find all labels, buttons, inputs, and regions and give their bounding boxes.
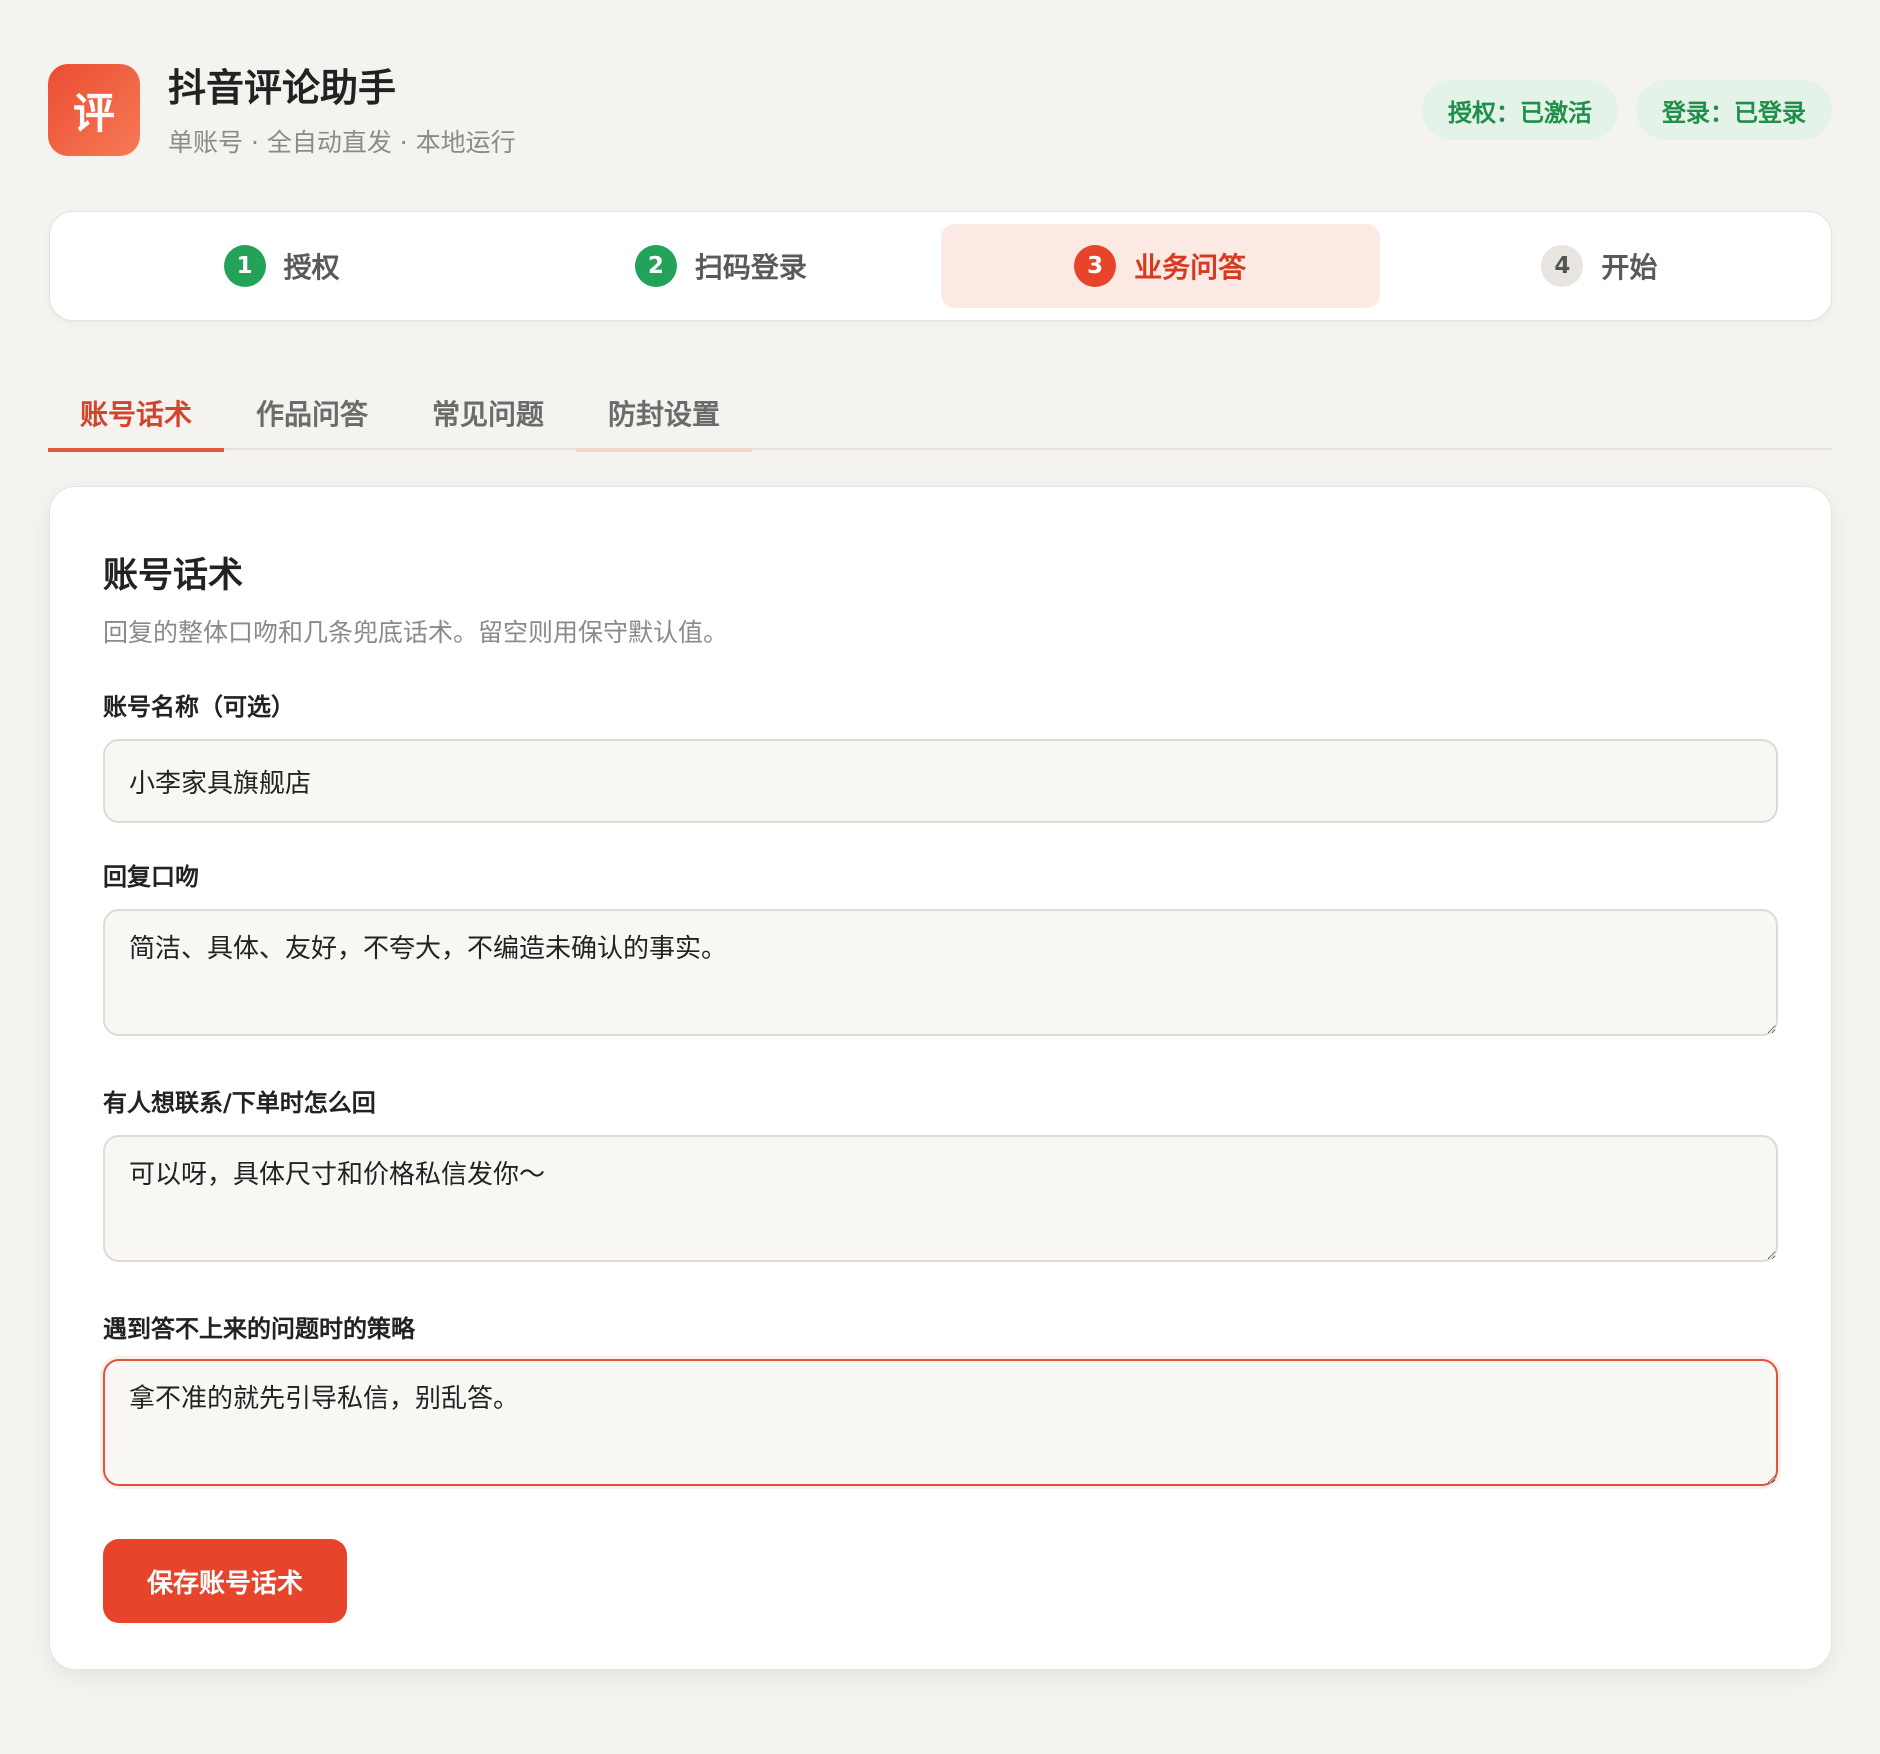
fallback-strategy-label: 遇到答不上来的问题时的策略 xyxy=(103,1315,415,1343)
contact-reply-textarea[interactable]: 可以呀，具体尺寸和价格私信发你～ xyxy=(103,1135,1778,1262)
fallback-strategy-textarea[interactable]: 拿不准的就先引导私信，别乱答。 xyxy=(103,1359,1778,1486)
step-number: 4 xyxy=(1541,245,1584,287)
tab-anti-ban-settings[interactable]: 防封设置 xyxy=(576,376,753,452)
save-account-scripts-button[interactable]: 保存账号话术 xyxy=(103,1539,347,1623)
step-label: 授权 xyxy=(283,251,340,284)
step-label: 扫码登录 xyxy=(694,251,807,284)
tab-faq[interactable]: 常见问题 xyxy=(400,376,576,450)
license-status-badge: 授权：已激活 xyxy=(1422,80,1618,140)
step-label: 开始 xyxy=(1601,251,1658,284)
step-number: 3 xyxy=(1074,245,1117,287)
account-name-input[interactable] xyxy=(103,739,1778,823)
tone-label: 回复口吻 xyxy=(103,863,199,891)
card-description: 回复的整体口吻和几条兜底话术。留空则用保守默认值。 xyxy=(103,618,729,647)
step-number: 1 xyxy=(223,245,266,287)
account-scripts-card: 账号话术 回复的整体口吻和几条兜底话术。留空则用保守默认值。 账号名称（可选） … xyxy=(49,486,1832,1670)
step-qr-login[interactable]: 2 扫码登录 xyxy=(501,224,940,308)
account-name-label: 账号名称（可选） xyxy=(103,693,295,721)
step-license[interactable]: 1 授权 xyxy=(62,224,501,308)
status-badges: 授权：已激活 登录：已登录 xyxy=(1422,80,1832,140)
step-start[interactable]: 4 开始 xyxy=(1380,224,1819,308)
tab-work-qa[interactable]: 作品问答 xyxy=(224,376,400,450)
step-number: 2 xyxy=(634,245,677,287)
setup-stepper: 1 授权 2 扫码登录 3 业务问答 4 开始 xyxy=(49,211,1832,321)
app-logo: 评 xyxy=(48,64,140,156)
contact-reply-label: 有人想联系/下单时怎么回 xyxy=(103,1089,376,1117)
card-title: 账号话术 xyxy=(103,556,244,596)
step-business-qa[interactable]: 3 业务问答 xyxy=(940,224,1380,308)
tone-textarea[interactable]: 简洁、具体、友好，不夸大，不编造未确认的事实。 xyxy=(103,909,1778,1036)
app-header: 评 抖音评论助手 单账号 · 全自动直发 · 本地运行 授权：已激活 登录：已登… xyxy=(48,64,1832,160)
step-label: 业务问答 xyxy=(1134,251,1247,284)
app-subtitle: 单账号 · 全自动直发 · 本地运行 xyxy=(168,128,516,157)
section-tabs: 账号话术 作品问答 常见问题 防封设置 xyxy=(48,376,1832,452)
login-status-badge: 登录：已登录 xyxy=(1636,80,1832,140)
app-title: 抖音评论助手 xyxy=(168,66,397,110)
tab-account-scripts[interactable]: 账号话术 xyxy=(48,376,225,452)
